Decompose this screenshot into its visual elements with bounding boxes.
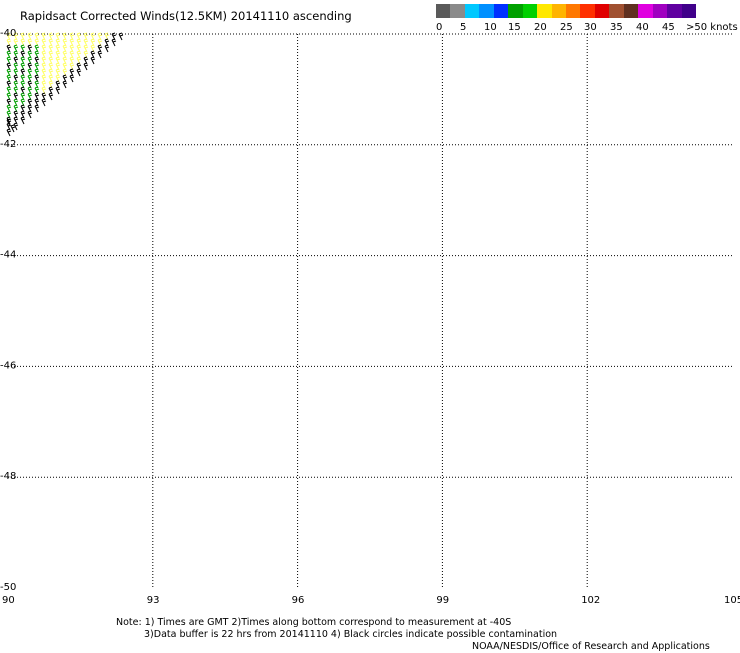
axis-tick-labels: 90 93 96 99 102 105 -40 -42 -44 -46 -48 -50 (0, 28, 740, 606)
latitude-tick-label: -48 (0, 471, 16, 482)
latitude-tick-label: -40 (0, 28, 16, 39)
latitude-tick-label: -44 (0, 250, 16, 261)
wind-barb (10, 124, 16, 133)
longitude-tick-label: 96 (292, 595, 305, 606)
wind-barb (20, 116, 26, 125)
wind-barb (41, 98, 47, 107)
wind-barb (27, 110, 33, 119)
latitude-tick-label: -42 (0, 139, 16, 150)
wind-barb (111, 38, 117, 47)
wind-barb (83, 62, 89, 71)
wind-barbs (6, 32, 124, 137)
note-line-1: Note: 1) Times are GMT 2)Times along bot… (116, 617, 512, 628)
wind-barb (104, 44, 110, 53)
wind-barb (90, 56, 96, 65)
longitude-tick-label: 105 (724, 595, 740, 606)
wind-barb (97, 50, 103, 59)
credit-line: NOAA/NESDIS/Office of Research and Appli… (472, 641, 710, 652)
longitude-tick-label: 99 (436, 595, 449, 606)
wind-barb (69, 74, 75, 83)
wind-barb (13, 122, 19, 131)
wind-barb (55, 86, 61, 95)
wind-barb (48, 92, 54, 101)
longitude-tick-label: 90 (2, 595, 15, 606)
note-line-2: 3)Data buffer is 22 hrs from 20141110 4)… (144, 629, 558, 640)
wind-barb (34, 104, 40, 113)
longitude-tick-label: 93 (147, 595, 160, 606)
longitude-tick-label: 102 (581, 595, 600, 606)
graticule (8, 33, 732, 588)
wind-barb (6, 128, 12, 137)
wind-barb (76, 68, 82, 77)
latitude-tick-label: -46 (0, 360, 16, 371)
wind-barb (62, 80, 68, 89)
latitude-tick-label: -50 (0, 582, 16, 593)
wind-map: 90 93 96 99 102 105 -40 -42 -44 -46 -48 -50 (0, 28, 740, 606)
